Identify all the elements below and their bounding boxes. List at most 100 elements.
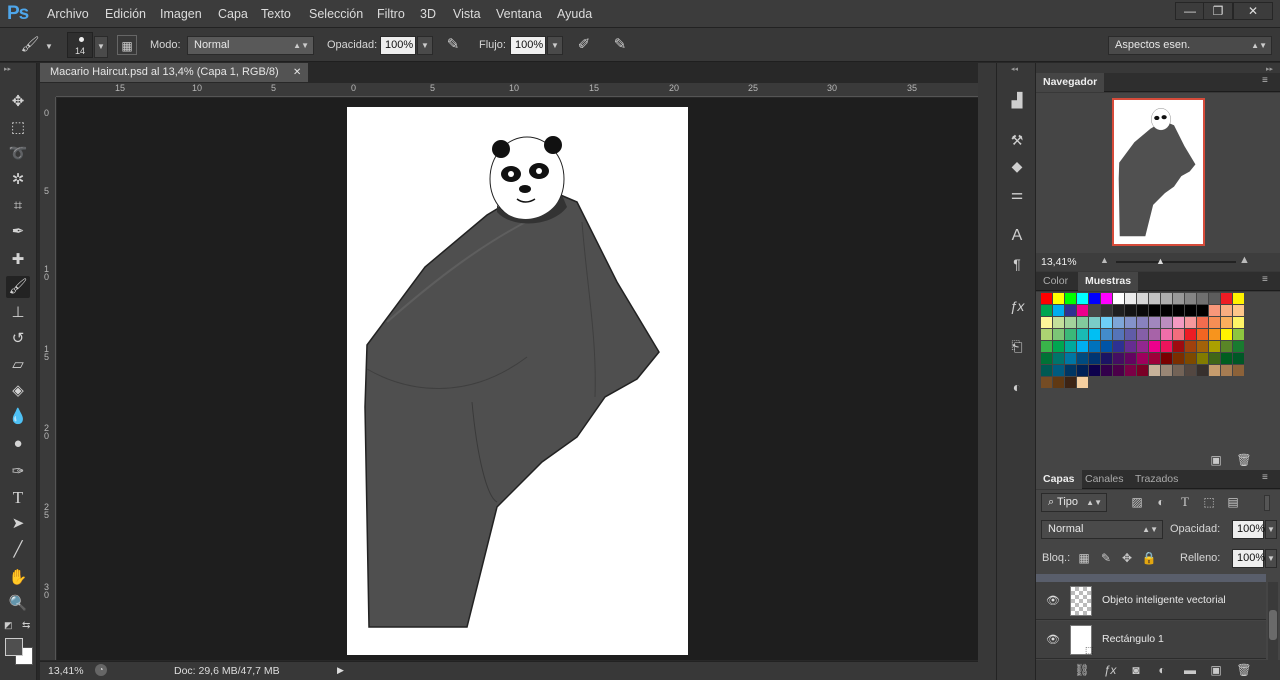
color-swatch[interactable]: [1041, 317, 1052, 328]
color-swatch[interactable]: [1077, 305, 1088, 316]
mode-select[interactable]: Normal ▲▼: [187, 36, 314, 55]
close-window-button[interactable]: ✕: [1233, 2, 1273, 20]
ruler-origin[interactable]: [40, 83, 56, 97]
eyedropper-tool-icon[interactable]: ✒: [6, 221, 30, 243]
color-swatch[interactable]: [1065, 293, 1076, 304]
brush-tool-icon[interactable]: 🖌: [6, 276, 30, 298]
color-swatch[interactable]: [1077, 341, 1088, 352]
color-swatch[interactable]: [1173, 329, 1184, 340]
clone-stamp-tool-icon[interactable]: ⊥: [6, 302, 30, 324]
panel-menu-icon[interactable]: ≡: [1262, 75, 1268, 86]
cube-3d-icon[interactable]: ◆: [1005, 155, 1029, 177]
pen-tool-icon[interactable]: ✑: [6, 461, 30, 483]
color-swatch[interactable]: [1221, 317, 1232, 328]
color-swatch[interactable]: [1173, 305, 1184, 316]
airbrush-icon[interactable]: ✐: [574, 35, 594, 55]
color-swatch[interactable]: [1161, 293, 1172, 304]
hand-tool-icon[interactable]: ✋: [6, 567, 30, 589]
history-brush-tool-icon[interactable]: ↺: [6, 328, 30, 350]
color-swatch[interactable]: [1185, 293, 1196, 304]
new-swatch-icon[interactable]: ▣: [1208, 452, 1224, 468]
color-swatch[interactable]: [1089, 341, 1100, 352]
color-swatch[interactable]: [1113, 305, 1124, 316]
workspace-select[interactable]: Aspectos esen. ▲▼: [1108, 36, 1272, 55]
tab-channels[interactable]: Canales: [1078, 470, 1131, 489]
color-swatch[interactable]: [1077, 377, 1088, 388]
color-swatch[interactable]: [1197, 341, 1208, 352]
color-swatch[interactable]: [1173, 365, 1184, 376]
filter-pixel-icon[interactable]: ▨: [1129, 494, 1145, 510]
paragraph-panel-icon[interactable]: ¶: [1005, 253, 1029, 275]
zoom-in-icon[interactable]: ▲: [1239, 254, 1250, 266]
styles-fx-icon[interactable]: ƒx: [1005, 295, 1029, 317]
color-swatch[interactable]: [1149, 293, 1160, 304]
color-swatch[interactable]: [1221, 353, 1232, 364]
document-canvas[interactable]: [347, 107, 688, 655]
path-selection-tool-icon[interactable]: ➤: [6, 513, 30, 535]
document-tab[interactable]: Macario Haircut.psd al 13,4% (Capa 1, RG…: [40, 63, 308, 82]
color-swatch[interactable]: [1137, 293, 1148, 304]
color-swatch[interactable]: [1053, 305, 1064, 316]
filter-toggle[interactable]: [1264, 495, 1270, 511]
adjustment-layer-icon[interactable]: ◐: [1154, 662, 1170, 678]
layer-mask-icon[interactable]: ◙: [1128, 662, 1144, 678]
color-swatch[interactable]: [1089, 293, 1100, 304]
color-swatch[interactable]: [1233, 293, 1244, 304]
layer-row[interactable]: 👁 Objeto inteligente vectorial: [1036, 582, 1266, 620]
color-swatch[interactable]: [1065, 305, 1076, 316]
foreground-color-swatch[interactable]: [5, 638, 23, 656]
color-swatch[interactable]: [1209, 341, 1220, 352]
color-swatch[interactable]: [1113, 317, 1124, 328]
color-swatch[interactable]: [1197, 365, 1208, 376]
layer-filter-select[interactable]: ⌕ Tipo ▲▼: [1041, 493, 1107, 512]
color-swatch[interactable]: [1077, 365, 1088, 376]
color-swatch[interactable]: [1185, 353, 1196, 364]
lasso-tool-icon[interactable]: ➰: [6, 143, 30, 165]
adjustments-panel-icon[interactable]: ◐: [1005, 376, 1029, 398]
color-swatch[interactable]: [1149, 329, 1160, 340]
color-swatch[interactable]: [1197, 305, 1208, 316]
brush-picker-arrow-icon[interactable]: ▼: [94, 36, 108, 58]
pressure-size-icon[interactable]: ✎: [610, 35, 630, 55]
color-swatch[interactable]: [1173, 317, 1184, 328]
opacity-dropdown-icon[interactable]: ▼: [417, 36, 433, 55]
brush-tool-preset-icon[interactable]: 🖌: [20, 35, 40, 55]
line-tool-icon[interactable]: ╱: [6, 539, 30, 561]
color-swatch[interactable]: [1053, 353, 1064, 364]
color-swatch[interactable]: [1209, 293, 1220, 304]
color-swatch[interactable]: [1041, 377, 1052, 388]
zoom-out-icon[interactable]: ▲: [1100, 255, 1109, 265]
histogram-icon[interactable]: ▟: [1005, 89, 1029, 111]
color-swatch[interactable]: [1113, 365, 1124, 376]
swap-colors-icon[interactable]: ⇆: [22, 620, 30, 631]
dodge-tool-icon[interactable]: ●: [6, 433, 30, 455]
brush-presets-icon[interactable]: ⚒: [1005, 129, 1029, 151]
color-swatch[interactable]: [1233, 305, 1244, 316]
panel-menu-icon[interactable]: ≡: [1262, 472, 1268, 483]
flow-dropdown-icon[interactable]: ▼: [547, 36, 563, 55]
color-swatch[interactable]: [1089, 317, 1100, 328]
color-swatch[interactable]: [1137, 329, 1148, 340]
panel-menu-icon[interactable]: ≡: [1262, 274, 1268, 285]
lock-all-icon[interactable]: 🔒: [1141, 550, 1157, 566]
type-tool-icon[interactable]: T: [6, 487, 30, 509]
healing-brush-tool-icon[interactable]: ✚: [6, 249, 30, 271]
color-swatch[interactable]: [1173, 341, 1184, 352]
color-swatch[interactable]: [1197, 293, 1208, 304]
color-swatch[interactable]: [1221, 341, 1232, 352]
color-swatch[interactable]: [1125, 317, 1136, 328]
color-swatch[interactable]: [1137, 305, 1148, 316]
zoom-level[interactable]: 13,41%: [48, 665, 84, 677]
collapse-tools-icon[interactable]: ▸▸: [4, 65, 11, 73]
layer-row-partial[interactable]: [1036, 574, 1266, 582]
color-swatch[interactable]: [1053, 365, 1064, 376]
crop-tool-icon[interactable]: ⌗: [6, 195, 30, 217]
color-swatch[interactable]: [1149, 353, 1160, 364]
color-swatch[interactable]: [1041, 365, 1052, 376]
color-swatch[interactable]: [1053, 293, 1064, 304]
color-swatch[interactable]: [1053, 317, 1064, 328]
layer-style-fx-icon[interactable]: ƒx: [1102, 662, 1118, 678]
color-swatch[interactable]: [1101, 329, 1112, 340]
color-swatch[interactable]: [1125, 365, 1136, 376]
color-swatch[interactable]: [1101, 365, 1112, 376]
